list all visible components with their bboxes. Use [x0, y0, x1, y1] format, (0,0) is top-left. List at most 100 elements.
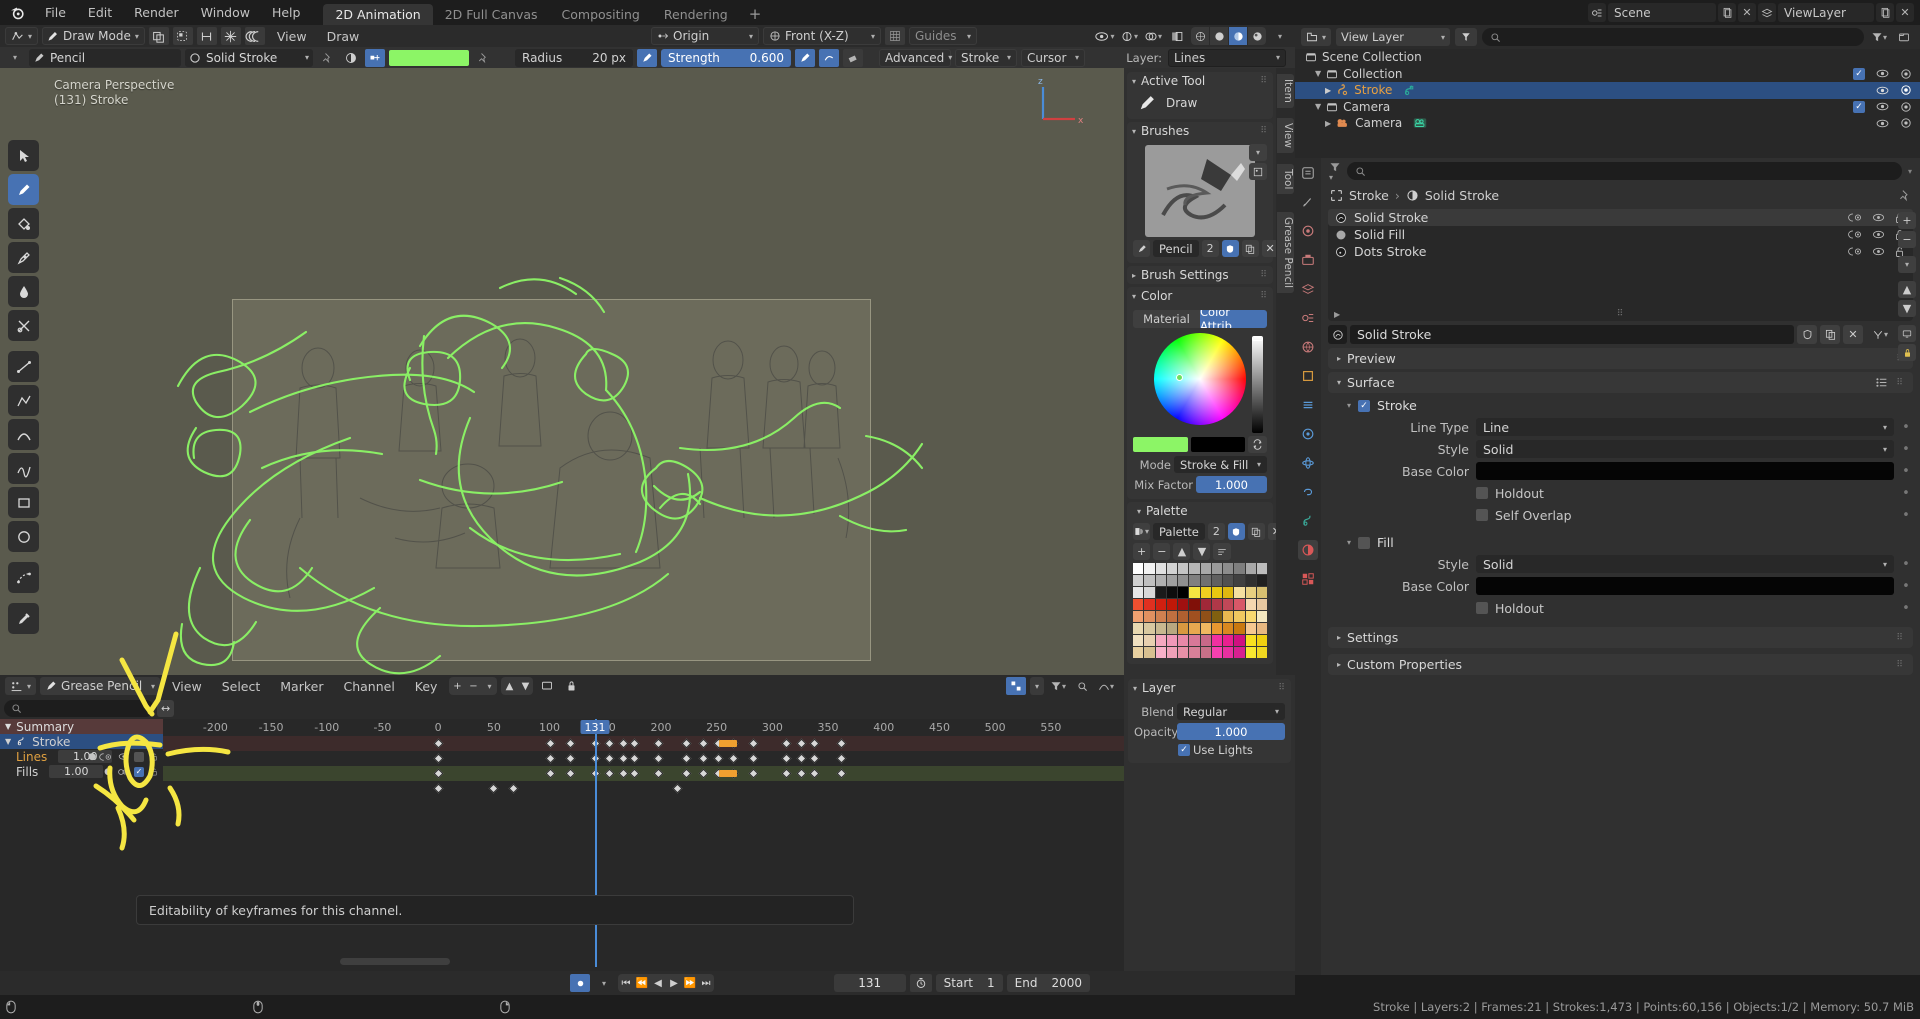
play-button[interactable]: ▶	[666, 974, 682, 992]
onion-skin-icon[interactable]	[99, 752, 113, 762]
material-slot-dots-stroke[interactable]: Dots Stroke	[1328, 243, 1913, 260]
menu-file[interactable]: File	[34, 0, 77, 25]
palette-duplicate-icon[interactable]	[1247, 523, 1265, 540]
outliner-row-stroke[interactable]: ▶ Stroke	[1295, 82, 1920, 99]
keyframe-diamond[interactable]	[748, 738, 759, 749]
palette-swatch[interactable]	[1166, 647, 1177, 658]
fill-expander-icon[interactable]: ▾	[1347, 538, 1351, 547]
unlink-scene-button[interactable]: ✕	[1738, 3, 1756, 22]
keyframe-diamond[interactable]	[698, 753, 709, 764]
ntab-item[interactable]: Item	[1277, 74, 1294, 108]
palette-header[interactable]: ▾ Palette	[1127, 502, 1273, 520]
strength-field[interactable]: Strength 0.600	[661, 48, 791, 67]
use-lights-checkbox[interactable]: ✓	[1178, 744, 1190, 756]
arc-tool[interactable]	[8, 419, 39, 450]
keyframe-diamond[interactable]	[545, 753, 556, 764]
playhead-line[interactable]	[595, 719, 597, 967]
palette-swatch[interactable]	[1234, 623, 1245, 634]
palette-swatch[interactable]	[1144, 575, 1155, 586]
secondary-color-swatch[interactable]	[1190, 437, 1245, 452]
color-attribute-toggle-icon[interactable]	[365, 48, 385, 67]
onion-visibility-icon[interactable]	[1848, 229, 1863, 240]
collection-checkbox[interactable]: ✓	[1853, 67, 1865, 80]
palette-swatch[interactable]	[1178, 623, 1189, 634]
palette-swatch[interactable]	[1189, 563, 1200, 574]
fill-holdout-animate-dot[interactable]: •	[1901, 601, 1911, 616]
fill-style-selector[interactable]: Solid ▾	[1476, 555, 1894, 573]
keyframe-diamond[interactable]	[836, 753, 847, 764]
palette-name-field[interactable]: Palette	[1153, 523, 1205, 540]
dopesheet-menu-select[interactable]: Select	[214, 679, 269, 694]
palette-color-grid[interactable]	[1133, 563, 1267, 658]
dopesheet-menu-channel[interactable]: Channel	[335, 679, 402, 694]
channel-fills-opacity[interactable]: 1.00	[49, 765, 104, 778]
selected-keyframe-range[interactable]	[718, 740, 737, 747]
keyframe-diamond[interactable]	[604, 738, 615, 749]
unlock-icon[interactable]	[149, 767, 159, 777]
jump-to-end-button[interactable]: ⏭	[698, 974, 714, 992]
material-browse-icon[interactable]	[1328, 325, 1347, 344]
keyframe-diamond[interactable]	[433, 768, 444, 779]
new-scene-button[interactable]	[1718, 3, 1736, 22]
palette-swatch[interactable]	[1178, 563, 1189, 574]
stroke-holdout-animate-dot[interactable]: •	[1901, 486, 1911, 501]
grid-snap-icon[interactable]	[885, 27, 905, 45]
camera-collection-checkbox[interactable]: ✓	[1853, 100, 1865, 113]
stroke-color-swatch[interactable]	[389, 49, 469, 66]
ptab-tool[interactable]	[1298, 192, 1318, 212]
keyframe-diamond[interactable]	[629, 738, 640, 749]
use-preview-range-icon[interactable]	[909, 974, 932, 992]
eye-icon[interactable]	[1872, 229, 1885, 240]
keyframe-diamond[interactable]	[781, 738, 792, 749]
selected-keyframe-range[interactable]	[718, 770, 737, 777]
eye-icon[interactable]	[1876, 85, 1889, 96]
palette-swatch[interactable]	[1166, 623, 1177, 634]
palette-swatch[interactable]	[1166, 575, 1177, 586]
color-wheel-cursor[interactable]	[1176, 374, 1183, 381]
line-type-selector[interactable]: Line ▾	[1476, 418, 1894, 436]
blender-logo-icon[interactable]	[0, 0, 34, 25]
channel-lines[interactable]: Lines 1.00 ●	[0, 749, 163, 764]
jump-to-prev-keyframe-button[interactable]: ⏪	[634, 974, 650, 992]
auto-keying-dropdown-icon[interactable]: ▾	[594, 974, 614, 992]
ptab-physics[interactable]	[1298, 453, 1318, 473]
palette-swatch[interactable]	[1211, 599, 1222, 610]
scene-selector[interactable]: Scene	[1608, 3, 1716, 22]
keyframe-diamond[interactable]	[796, 738, 807, 749]
object-mode-overlay-icon[interactable]	[148, 27, 169, 45]
tab-2d-full-canvas[interactable]: 2D Full Canvas	[433, 4, 550, 25]
palette-swatch[interactable]	[1256, 635, 1267, 646]
keyframe-diamond[interactable]	[488, 783, 499, 794]
palette-swatch[interactable]	[1256, 599, 1267, 610]
display-in-viewport-button[interactable]	[1898, 325, 1916, 342]
line-tool[interactable]	[8, 351, 39, 382]
layer-selector[interactable]: Lines ▾	[1168, 48, 1286, 67]
grease-pencil-data-icon[interactable]	[1403, 84, 1416, 97]
outliner-row-camera[interactable]: ▶ Camera	[1295, 115, 1920, 132]
palette-swatch[interactable]	[1245, 635, 1256, 646]
unlock-icon[interactable]	[149, 752, 159, 762]
ptab-object[interactable]	[1298, 366, 1318, 386]
palette-swatch[interactable]	[1133, 623, 1144, 634]
pin-id-icon[interactable]	[1898, 189, 1911, 202]
palette-swatch[interactable]	[1189, 575, 1200, 586]
auto-keying-icon[interactable]	[570, 974, 590, 992]
keyframe-diamond[interactable]	[565, 768, 576, 779]
keyframe-diamond[interactable]	[713, 753, 724, 764]
palette-swatch[interactable]	[1166, 635, 1177, 646]
value-slider-handle[interactable]	[1252, 336, 1263, 341]
palette-swatch[interactable]	[1245, 623, 1256, 634]
palette-swatch[interactable]	[1133, 647, 1144, 658]
brush-preview-settings-icon[interactable]	[1249, 163, 1267, 180]
keyframe-diamond[interactable]	[809, 738, 820, 749]
palette-swatch[interactable]	[1166, 563, 1177, 574]
palette-swatch[interactable]	[1256, 587, 1267, 598]
palette-move-up-button[interactable]: ▲	[1173, 543, 1191, 560]
jump-up-button[interactable]: ▲	[501, 677, 517, 695]
palette-swatch[interactable]	[1223, 587, 1234, 598]
palette-swatch[interactable]	[1189, 611, 1200, 622]
camera-render-icon[interactable]	[1900, 68, 1912, 80]
onion-skin-icon[interactable]	[244, 27, 265, 45]
keyframe-diamond[interactable]	[809, 768, 820, 779]
erase-tool[interactable]	[8, 242, 39, 273]
